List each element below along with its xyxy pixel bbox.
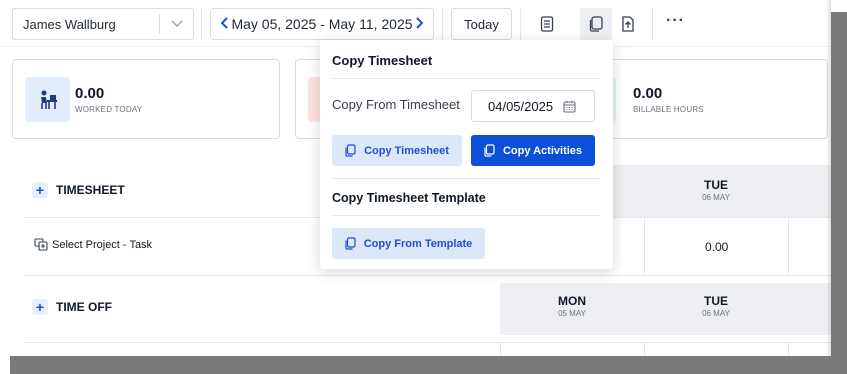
copy-icon — [484, 144, 495, 157]
add-task-icon — [34, 238, 48, 251]
next-week-icon[interactable] — [415, 16, 424, 32]
day-date: 05 MAY — [558, 309, 586, 318]
more-options-icon[interactable]: ··· — [666, 12, 685, 30]
billable-hours-caption: BILLABLE HOURS — [633, 105, 704, 114]
time-off-section-label: TIME OFF — [56, 300, 112, 314]
add-timesheet-row-button[interactable]: + — [32, 182, 48, 198]
copy-icon — [345, 144, 356, 157]
copy-from-date-input[interactable]: 04/05/2025 — [471, 90, 595, 122]
time-off-day-column-tue: TUE 06 MAY — [660, 294, 772, 318]
day-name: TUE — [704, 294, 728, 308]
popover-divider — [332, 178, 601, 179]
cell-divider — [788, 217, 789, 275]
toolbar-divider — [520, 8, 521, 40]
previous-week-icon[interactable] — [220, 16, 229, 32]
copy-from-template-button[interactable]: Copy From Template — [332, 228, 485, 259]
copy-from-date-value: 04/05/2025 — [488, 98, 554, 114]
popover-divider — [332, 78, 601, 79]
time-off-section-header: + TIME OFF — [32, 299, 112, 315]
toolbar-divider — [201, 8, 202, 40]
toolbar-divider — [442, 8, 443, 40]
worked-today-caption: WORKED TODAY — [75, 105, 143, 114]
cell-divider — [644, 342, 645, 356]
document-icon[interactable] — [531, 8, 563, 40]
export-file-icon[interactable] — [612, 8, 644, 40]
row-divider — [24, 275, 831, 276]
copy-icon[interactable] — [580, 8, 612, 40]
copy-timesheet-popover: Copy Timesheet Copy From Timesheet 04/05… — [320, 40, 613, 269]
copy-timesheet-label: Copy Timesheet — [364, 144, 449, 157]
select-project-task[interactable]: Select Project - Task — [34, 238, 152, 251]
window-drop-shadow — [831, 12, 847, 362]
window-drop-shadow — [10, 356, 847, 374]
billable-hours-value: 0.00 — [633, 85, 663, 102]
user-select[interactable]: James Wallburg — [12, 8, 194, 40]
row-divider — [24, 342, 831, 343]
worked-today-card: 0.00 WORKED TODAY — [12, 59, 280, 139]
copy-from-timesheet-label: Copy From Timesheet — [332, 97, 460, 112]
cell-divider — [788, 342, 789, 356]
copy-from-template-label: Copy From Template — [363, 237, 473, 250]
popover-title: Copy Timesheet — [332, 53, 433, 68]
cell-divider — [500, 342, 501, 356]
day-name: TUE — [704, 178, 728, 192]
copy-activities-button[interactable]: Copy Activities — [471, 135, 595, 166]
worked-today-value: 0.00 — [75, 85, 105, 102]
timesheet-day-column-tue: TUE 06 MAY — [660, 178, 772, 202]
day-date: 06 MAY — [702, 193, 730, 202]
date-range-label[interactable]: May 05, 2025 - May 11, 2025 — [231, 16, 412, 32]
add-time-off-row-button[interactable]: + — [32, 299, 48, 315]
billable-hours-card: 0.00 BILLABLE HOURS — [571, 59, 828, 139]
copy-icon — [345, 237, 356, 250]
chevron-down-icon — [160, 17, 193, 31]
user-select-value: James Wallburg — [23, 16, 116, 32]
time-off-day-column-mon: MON 05 MAY — [516, 294, 628, 318]
toolbar-divider — [652, 8, 653, 40]
tue-hours-cell[interactable]: 0.00 — [705, 240, 728, 254]
copy-activities-label: Copy Activities — [502, 144, 583, 157]
day-name: MON — [558, 294, 586, 308]
date-range-navigator: May 05, 2025 - May 11, 2025 — [210, 8, 434, 40]
timesheet-app: James Wallburg May 05, 2025 - May 11, 20… — [0, 0, 831, 356]
timesheet-section-label: TIMESHEET — [56, 183, 125, 197]
calendar-icon — [563, 100, 576, 113]
select-project-task-label: Select Project - Task — [52, 238, 153, 251]
day-date: 06 MAY — [702, 309, 730, 318]
today-button[interactable]: Today — [451, 8, 512, 40]
template-section-title: Copy Timesheet Template — [332, 191, 486, 205]
popover-divider — [332, 215, 601, 216]
copy-timesheet-button[interactable]: Copy Timesheet — [332, 135, 462, 166]
cell-divider — [644, 217, 645, 275]
worker-at-desk-icon — [25, 77, 70, 122]
timesheet-section-header: + TIMESHEET — [32, 182, 125, 198]
